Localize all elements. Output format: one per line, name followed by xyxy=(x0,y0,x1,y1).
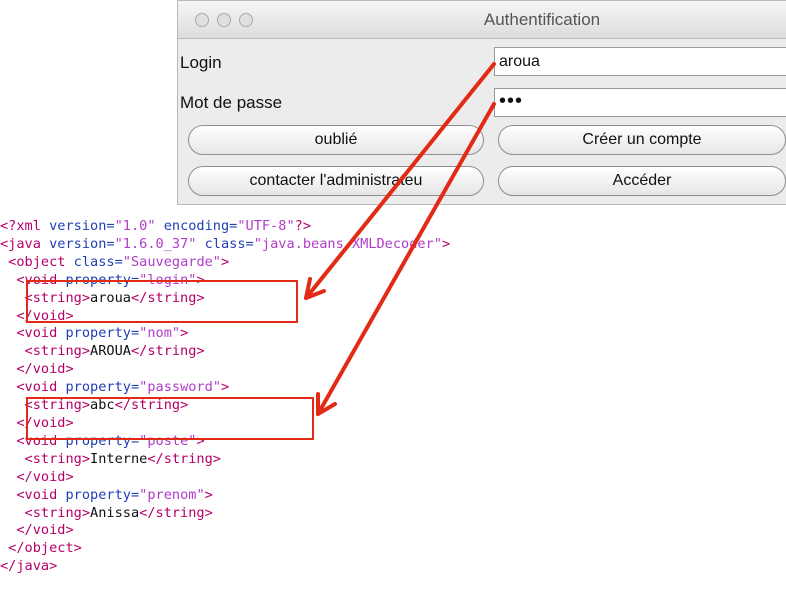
password-arrow xyxy=(316,102,496,416)
annotation-arrows xyxy=(304,62,496,416)
login-arrow xyxy=(304,62,496,300)
